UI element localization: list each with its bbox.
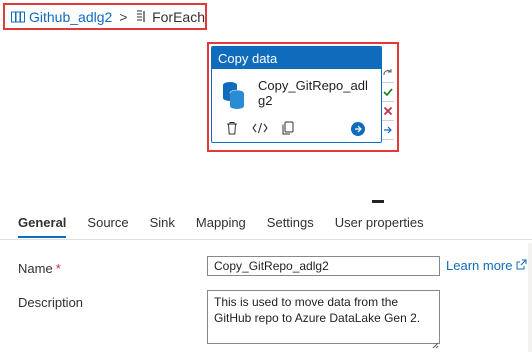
tab-general[interactable]: General (18, 215, 67, 238)
copy-activity-card[interactable]: Copy data Copy_GitRepo_adlg2 (211, 46, 382, 143)
database-icon (222, 80, 246, 110)
tab-settings[interactable]: Settings (267, 215, 314, 238)
activity-output-strip (382, 64, 394, 142)
panel-resize-handle[interactable] (372, 200, 384, 203)
tab-source[interactable]: Source (87, 215, 128, 238)
tab-mapping[interactable]: Mapping (196, 215, 246, 238)
close-x-icon[interactable] (382, 102, 394, 121)
breadcrumb-separator: > (119, 8, 128, 25)
properties-tabs: General Source Sink Mapping Settings Use… (18, 215, 445, 238)
name-label-text: Name (18, 261, 53, 276)
external-link-icon (516, 258, 527, 273)
learn-more-text: Learn more (446, 258, 513, 273)
delete-icon[interactable] (224, 120, 240, 136)
breadcrumb: Github_adlg2 > ForEach (3, 3, 207, 30)
pipeline-icon (11, 10, 25, 24)
name-label: Name * (18, 261, 61, 276)
description-field[interactable]: This is used to move data from the GitHu… (207, 290, 440, 344)
code-icon[interactable] (252, 120, 268, 136)
activity-type-label: Copy data (212, 47, 381, 69)
tab-sink[interactable]: Sink (150, 215, 175, 238)
foreach-icon (134, 10, 148, 24)
panel-scrollbar[interactable] (528, 243, 532, 352)
check-icon[interactable] (382, 83, 394, 102)
name-field[interactable] (207, 256, 440, 276)
activity-name: Copy_GitRepo_adlg2 (258, 78, 368, 108)
required-mark: * (55, 261, 61, 276)
breadcrumb-parent-link[interactable]: Github_adlg2 (29, 9, 112, 25)
resize-grip-icon[interactable] (432, 336, 439, 349)
arrow-right-icon[interactable] (382, 121, 394, 140)
tab-user-properties[interactable]: User properties (335, 215, 424, 238)
tabs-divider (0, 239, 532, 240)
redo-icon[interactable] (382, 64, 394, 83)
breadcrumb-current: ForEach (152, 8, 205, 25)
description-label: Description (18, 295, 84, 310)
arrow-right-circle-icon[interactable] (351, 122, 365, 136)
learn-more-link[interactable]: Learn more (446, 258, 527, 273)
clone-icon[interactable] (280, 120, 296, 136)
